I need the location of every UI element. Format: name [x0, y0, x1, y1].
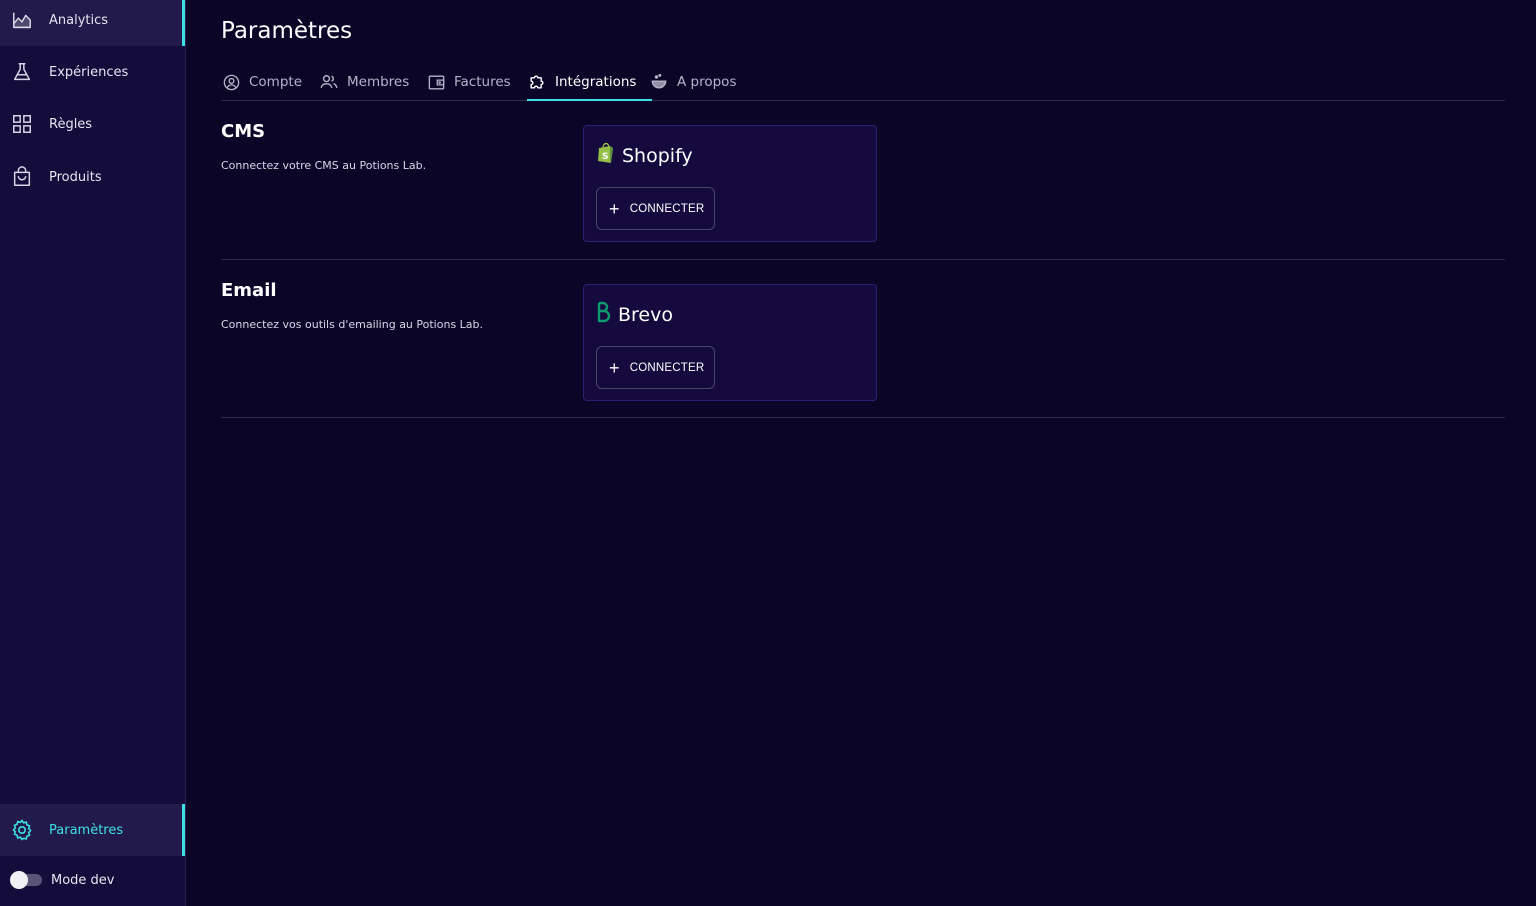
wallet-icon: [426, 72, 446, 92]
plus-icon: +: [609, 198, 620, 219]
grid-icon: [10, 112, 34, 136]
mode-dev-row: Mode dev: [0, 862, 185, 898]
connect-shopify-button[interactable]: + CONNECTER: [596, 187, 715, 230]
connect-button-label: CONNECTER: [629, 202, 705, 215]
sidebar-item-regles[interactable]: Règles: [0, 98, 185, 150]
shopify-icon: S: [596, 142, 616, 169]
connect-button-label: CONNECTER: [629, 361, 705, 374]
integration-card-shopify: S Shopify + CONNECTER: [583, 125, 877, 242]
sidebar-item-parametres[interactable]: Paramètres: [0, 804, 185, 856]
tab-integrations[interactable]: Intégrations: [527, 64, 653, 101]
section-description: Connectez vos outils d'emailing au Potio…: [221, 318, 484, 331]
users-icon: [319, 72, 339, 92]
section-title: Email: [221, 280, 277, 301]
tab-label: Membres: [347, 74, 410, 90]
toggle-knob: [10, 871, 28, 889]
puzzle-icon: [527, 72, 547, 92]
integration-name: Shopify: [622, 144, 693, 167]
integration-name: Brevo: [618, 303, 673, 326]
integration-brand: Brevo: [596, 301, 673, 328]
sidebar-item-label: Analytics: [49, 12, 109, 28]
sidebar-item-label: Expériences: [49, 64, 129, 80]
integration-brand: S Shopify: [596, 142, 693, 169]
sidebar: Analytics Expériences Règles Produits Pa…: [0, 0, 186, 906]
sidebar-item-label: Règles: [49, 116, 93, 132]
mode-dev-label: Mode dev: [51, 872, 115, 888]
section-email: Email Connectez vos outils d'emailing au…: [221, 260, 1505, 418]
connect-brevo-button[interactable]: + CONNECTER: [596, 346, 715, 389]
svg-text:S: S: [602, 152, 608, 162]
tab-factures[interactable]: Factures: [426, 64, 511, 100]
mode-dev-toggle[interactable]: [10, 871, 42, 889]
sidebar-item-label: Paramètres: [49, 822, 124, 838]
tab-a-propos[interactable]: A propos: [649, 64, 736, 100]
analytics-chart-icon: [10, 8, 34, 32]
integration-card-brevo: Brevo + CONNECTER: [583, 284, 877, 401]
section-description: Connectez votre CMS au Potions Lab.: [221, 159, 427, 172]
sidebar-item-produits[interactable]: Produits: [0, 151, 185, 203]
plus-icon: +: [609, 357, 620, 378]
tab-label: Intégrations: [555, 74, 637, 90]
sidebar-item-experiences[interactable]: Expériences: [0, 46, 185, 98]
tab-membres[interactable]: Membres: [319, 64, 409, 100]
brevo-icon: [596, 301, 612, 328]
section-title: CMS: [221, 121, 266, 142]
sidebar-item-label: Produits: [49, 169, 102, 185]
potion-icon: [649, 72, 669, 92]
tab-label: Factures: [454, 74, 511, 90]
user-circle-icon: [221, 72, 241, 92]
sidebar-item-analytics[interactable]: Analytics: [0, 0, 185, 46]
section-cms: CMS Connectez votre CMS au Potions Lab. …: [221, 101, 1505, 260]
tab-label: Compte: [249, 74, 303, 90]
tab-compte[interactable]: Compte: [221, 64, 302, 100]
flask-icon: [10, 60, 34, 84]
gear-icon: [10, 818, 34, 842]
settings-tabs: Compte Membres Factures Intégrations A p…: [221, 64, 1505, 101]
tab-label: A propos: [677, 74, 737, 90]
page-title: Paramètres: [221, 18, 353, 44]
app: Analytics Expériences Règles Produits Pa…: [0, 0, 1536, 906]
shopping-bag-icon: [10, 165, 34, 189]
